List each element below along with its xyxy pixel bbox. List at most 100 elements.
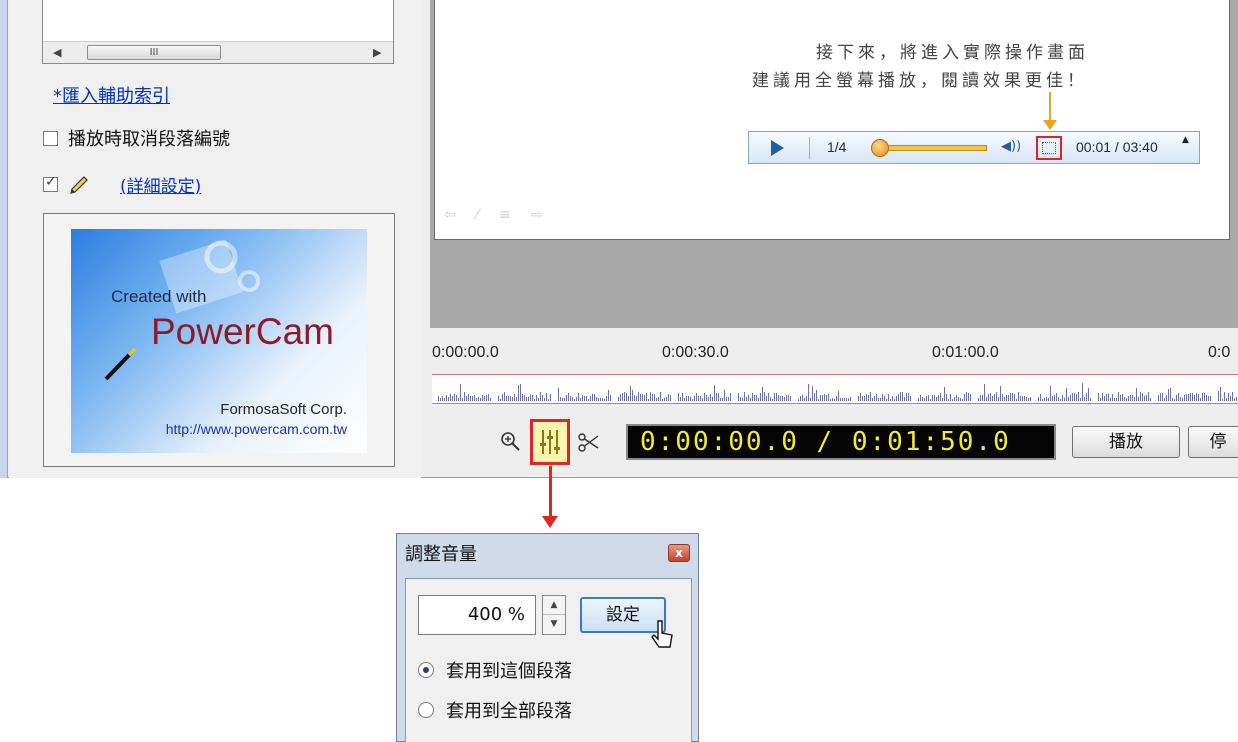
waveform-bar xyxy=(566,395,567,401)
waveform-bar xyxy=(654,394,655,401)
cancel-numbering-option[interactable]: 播放時取消段落編號 xyxy=(43,125,230,151)
waveform-bar xyxy=(826,395,827,401)
scroll-right-arrow-icon[interactable]: ▶ xyxy=(373,46,381,59)
waveform-bar xyxy=(1054,395,1055,401)
scissors-icon[interactable] xyxy=(574,422,604,462)
waveform-bar xyxy=(562,398,563,401)
timeline-tick: 0:00:00.0 xyxy=(432,344,499,361)
waveform-bar xyxy=(472,396,473,401)
progress-knob[interactable] xyxy=(871,139,889,157)
waveform-bar xyxy=(978,398,979,401)
waveform-bar xyxy=(780,396,781,401)
volume-adjust-button[interactable] xyxy=(530,419,570,465)
horizontal-scrollbar[interactable]: ◀ III ▶ xyxy=(43,41,393,63)
waveform-bar xyxy=(724,390,725,401)
waveform-bar xyxy=(1074,393,1075,401)
waveform-bar xyxy=(1124,397,1125,401)
waveform-bar xyxy=(884,396,885,401)
stepper-up-icon[interactable]: ▲ xyxy=(543,596,565,615)
progress-track[interactable] xyxy=(877,145,987,151)
stop-button[interactable]: 停 xyxy=(1188,426,1238,458)
waveform-bar xyxy=(508,396,509,401)
stepper-down-icon[interactable]: ▼ xyxy=(543,615,565,634)
waveform-bar xyxy=(730,393,731,401)
waveform-bar xyxy=(644,395,645,401)
volume-icon[interactable]: ◀)) xyxy=(1001,139,1021,154)
play-icon[interactable] xyxy=(771,140,784,156)
waveform-bar xyxy=(970,394,971,401)
waveform-bar xyxy=(574,399,575,401)
waveform-bar xyxy=(666,397,667,401)
waveform-bar xyxy=(1098,393,1099,401)
waveform-bar xyxy=(908,393,909,401)
scroll-left-arrow-icon[interactable]: ◀ xyxy=(53,46,61,59)
waveform-bar xyxy=(634,395,635,401)
waveform-bar xyxy=(876,394,877,401)
index-list[interactable]: ◀ III ▶ xyxy=(42,0,394,64)
apply-this-segment-option[interactable]: 套用到這個段落 xyxy=(418,657,572,683)
waveform-bar xyxy=(538,398,539,401)
waveform-bar xyxy=(1122,394,1123,401)
waveform-bar xyxy=(848,398,849,401)
close-icon[interactable]: x xyxy=(668,544,690,562)
scroll-thumb[interactable]: III xyxy=(87,45,221,60)
time-display: 0:00:00.0 / 0:01:50.0 xyxy=(626,424,1056,460)
waveform-bar xyxy=(1136,388,1137,401)
waveform-bar xyxy=(1168,389,1169,401)
timeline-toolbar xyxy=(496,418,604,466)
caret-up-icon[interactable]: ▲ xyxy=(1182,135,1189,145)
waveform-bar xyxy=(968,393,969,401)
waveform-bar xyxy=(924,398,925,401)
waveform-bar xyxy=(748,395,749,401)
waveform-bar xyxy=(1070,395,1071,401)
detail-settings-link[interactable]: (詳細設定) xyxy=(120,172,201,197)
waveform-bar xyxy=(502,394,503,401)
waveform-bar xyxy=(712,397,713,401)
volume-stepper[interactable]: ▲ ▼ xyxy=(542,595,566,635)
waveform-bar xyxy=(838,391,839,401)
apply-all-segments-option[interactable]: 套用到全部段落 xyxy=(418,697,572,723)
waveform-bar xyxy=(1068,397,1069,401)
waveform-bar xyxy=(844,398,845,401)
waveform-bar xyxy=(1144,396,1145,401)
waveform-bar xyxy=(464,392,465,401)
waveform-bar xyxy=(1080,398,1081,401)
waveform-bar xyxy=(490,398,491,401)
waveform-bar xyxy=(902,392,903,401)
waveform-bar xyxy=(682,393,683,401)
waveform-bar xyxy=(662,399,663,401)
mouse-cursor-icon xyxy=(651,620,673,648)
waveform-bar xyxy=(572,397,573,401)
waveform-bar xyxy=(1030,397,1031,401)
cancel-numbering-checkbox[interactable] xyxy=(43,130,58,146)
waveform-bar xyxy=(1082,383,1083,401)
volume-input[interactable]: 400 % xyxy=(418,595,536,635)
waveform-bar xyxy=(1134,397,1135,401)
apply-this-radio[interactable] xyxy=(418,662,434,678)
waveform-bar xyxy=(594,394,595,401)
waveform-bar xyxy=(704,393,705,401)
waveform-bar xyxy=(650,392,651,401)
waveform-bar xyxy=(466,396,467,401)
play-button[interactable]: 播放 xyxy=(1072,426,1180,458)
player-time: 00:01 / 03:40 xyxy=(1076,139,1158,155)
slide-nav-icons: ⇦ ⁄ ≡ ⇨ xyxy=(444,207,551,223)
waveform-bar xyxy=(618,397,619,401)
fullscreen-button[interactable] xyxy=(1036,136,1062,160)
waveform-bar xyxy=(1160,393,1161,401)
waveform-bar xyxy=(598,398,599,401)
pen-option[interactable]: (詳細設定) xyxy=(43,172,201,197)
apply-this-label: 套用到這個段落 xyxy=(446,661,572,682)
waveform-bar xyxy=(790,396,791,401)
cancel-numbering-label: 播放時取消段落編號 xyxy=(68,129,230,150)
waveform-bar xyxy=(782,396,783,401)
pen-checkbox[interactable] xyxy=(43,174,58,192)
import-aux-index-link[interactable]: *匯入輔助索引 xyxy=(53,82,170,108)
waveform-bar xyxy=(706,395,707,401)
apply-all-radio[interactable] xyxy=(418,702,434,718)
audio-waveform[interactable] xyxy=(432,374,1238,404)
zoom-in-icon[interactable] xyxy=(496,422,526,462)
waveform-bar xyxy=(778,395,779,401)
waveform-bar xyxy=(588,399,589,401)
waveform-bar xyxy=(1230,396,1231,401)
